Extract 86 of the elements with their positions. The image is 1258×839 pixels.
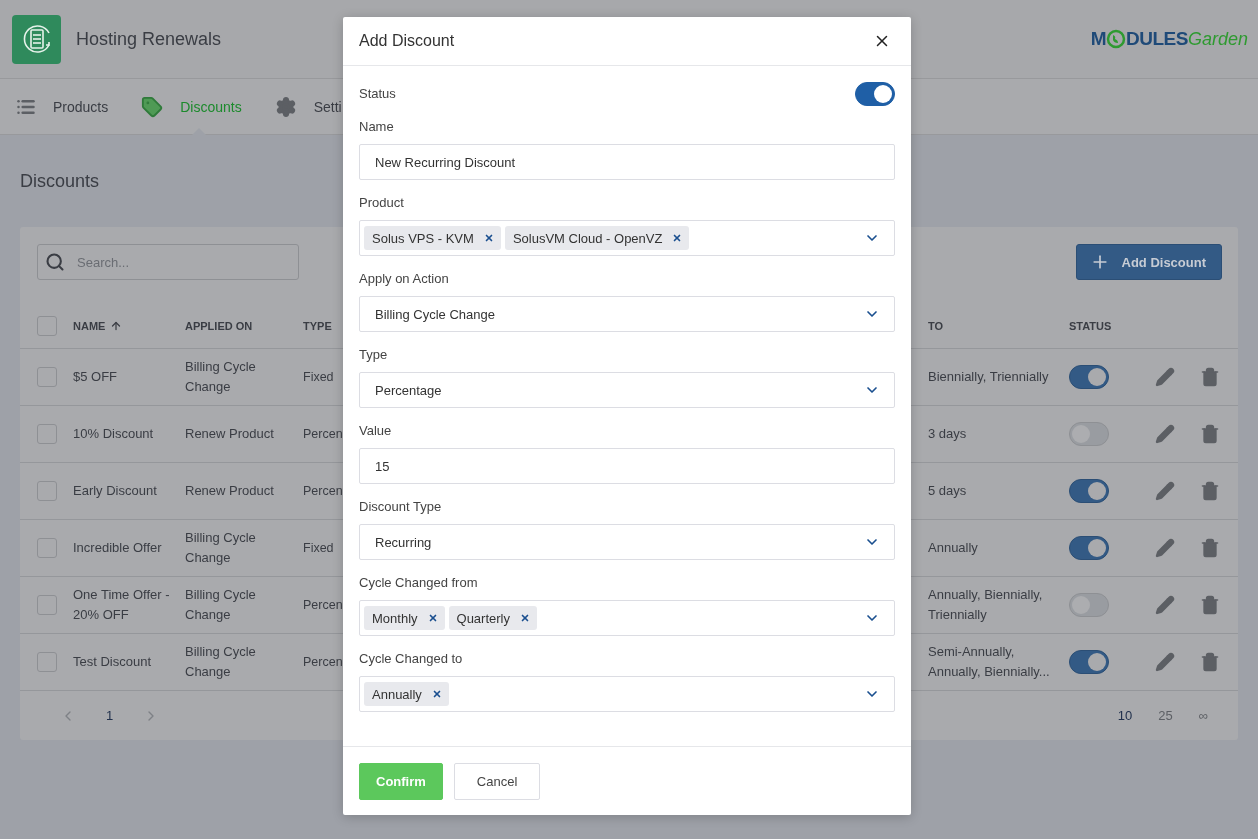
table-cell-text: Percen [303,654,343,671]
table-cell-text: Biennially, Triennially [928,368,1050,386]
table-cell-text: Fixed [303,369,334,386]
multiselect-field[interactable]: Solus VPS - KVM SolusVM Cloud - OpenVZ [359,220,895,256]
field-label: Name [359,118,395,136]
status-toggle[interactable] [1069,536,1109,560]
app-logo-icon [12,14,61,64]
field-label: Discount Type [359,498,443,516]
column-header[interactable]: NAME [73,319,185,332]
row-checkbox[interactable] [37,367,57,387]
table-cell-text: 5 days [928,482,968,500]
remove-icon[interactable] [483,233,494,243]
app-title: Hosting Renewals [76,28,222,50]
table-cell-text: Test Discount [73,653,153,671]
nav-tab[interactable]: Setti [274,78,342,135]
status-toggle[interactable] [1069,365,1109,389]
remove-icon[interactable] [431,689,442,699]
field-label: Product [359,194,405,212]
table-cell-text: Billing Cycle Change [185,358,257,396]
status-toggle[interactable] [855,82,895,106]
tag-icon [141,95,164,118]
status-toggle[interactable] [1069,422,1109,446]
select-field[interactable]: Percentage [359,372,895,408]
table-cell-text: Billing Cycle Change [185,529,257,567]
table-cell-text: Incredible Offer [73,539,163,557]
table-cell-text: Billing Cycle Change [185,643,257,681]
nav-tab[interactable]: Products [16,78,109,135]
status-toggle[interactable] [1069,479,1109,503]
status-toggle[interactable] [1069,650,1109,674]
company-logo: M DULESGarden [1090,28,1248,50]
input-field[interactable]: New Recurring Discount [359,144,895,180]
table-cell-text: Renew Product [185,425,275,443]
remove-icon[interactable] [427,613,438,623]
row-checkbox[interactable] [37,481,57,501]
input-field[interactable]: 15 [359,448,895,484]
table-cell-text: 10% Discount [73,425,155,443]
search-icon [45,252,65,272]
select-field[interactable]: Billing Cycle Change [359,296,895,332]
page-heading: Discounts [20,171,101,191]
tag-label: SolusVM Cloud - OpenVZ [512,230,663,246]
tag-label: Annually [372,686,422,702]
remove-icon[interactable] [672,233,683,243]
remove-icon[interactable] [520,613,530,623]
table-cell-text: Early Discount [73,482,158,500]
table-cell-text: Semi-Annually, Annually, Biennially... [928,643,1051,681]
tag-label: Quarterly [456,610,510,626]
field-label: Cycle Changed to [359,650,464,668]
add-discount-button[interactable]: Add Discount [1075,244,1222,280]
table-cell-text: Annually, Biennially, Triennially [928,586,1044,624]
table-cell-text: $5 OFF [73,368,119,386]
row-checkbox[interactable] [37,595,57,615]
table-cell-text: Renew Product [185,482,275,500]
field-label: Type [359,346,389,364]
table-cell-text: Percen [303,597,343,614]
page-number[interactable]: 1 [106,708,114,723]
settings-icon [274,95,297,118]
row-checkbox[interactable] [37,652,57,672]
field-label: Value [359,422,393,440]
table-cell-text: Fixed [303,540,334,557]
page-size-option[interactable]: ∞ [1198,708,1208,723]
select-field[interactable]: Recurring [359,524,895,560]
field-label: Cycle Changed from [359,574,479,592]
column-header[interactable]: APPLIED ON [185,319,303,332]
cancel-button[interactable]: Cancel [453,762,541,800]
table-cell-text: Billing Cycle Change [185,586,257,624]
table-cell-text: One Time Offer - 20% OFF [73,586,171,624]
sort-arrow-icon [110,319,123,332]
column-header[interactable]: STATUS [1069,319,1155,332]
select-all-checkbox[interactable] [37,315,57,336]
tag-label: Monthly [372,610,418,626]
search-field[interactable]: Search... [37,244,299,280]
field-label: Apply on Action [359,270,450,288]
row-checkbox[interactable] [37,538,57,558]
column-header[interactable]: TO [928,319,1069,332]
field-label: Status [359,85,396,103]
tag-label: Solus VPS - KVM [372,230,474,246]
table-cell-text: Annually [928,539,979,557]
table-cell-text: 3 days [928,425,968,443]
status-toggle[interactable] [1069,593,1109,617]
dialog-title: Add Discount [359,32,455,50]
table-cell-text: Percen [303,426,343,443]
row-checkbox[interactable] [37,424,57,444]
table-cell-text: Percen [303,483,343,500]
multiselect-field[interactable]: Annually [359,676,895,712]
multiselect-field[interactable]: Monthly Quarterly [359,600,895,636]
page-size-option[interactable]: 10 [1117,708,1133,723]
